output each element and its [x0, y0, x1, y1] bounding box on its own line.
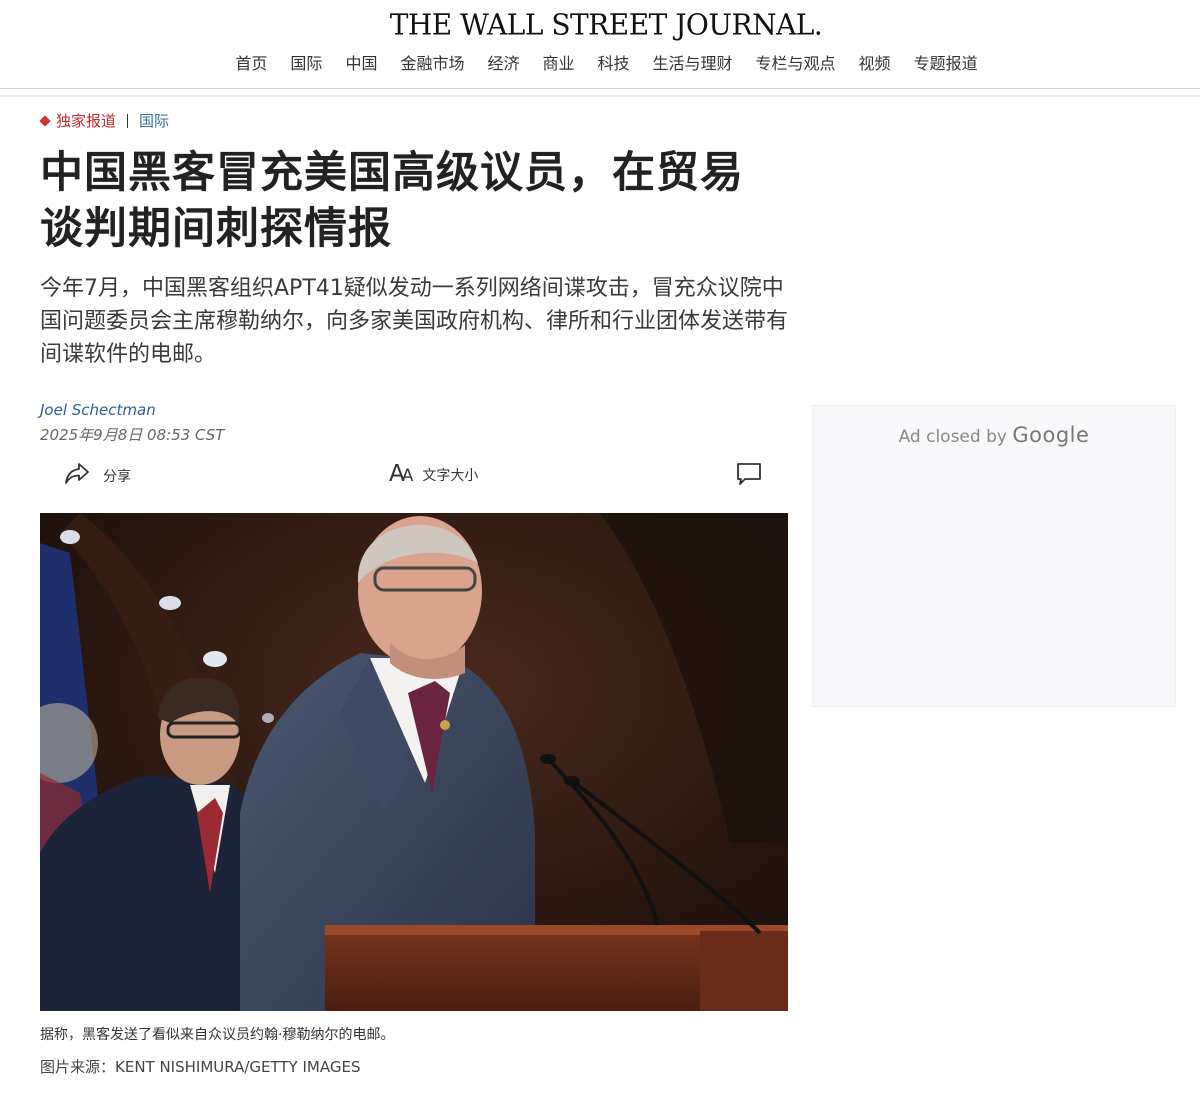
masthead: THE WALL STREET JOURNAL. 首页 国际 中国 金融市场 经…: [0, 0, 1200, 89]
publish-timestamp: 2025年9月8日 08:53 CST: [40, 426, 225, 444]
article-headline: 中国黑客冒充美国高级议员，在贸易谈判期间刺探情报: [40, 148, 744, 254]
diamond-icon: [39, 114, 51, 127]
wsj-logo[interactable]: THE WALL STREET JOURNAL.: [0, 7, 1200, 42]
nav-item-china[interactable]: 中国: [334, 53, 389, 75]
ad-slot: Ad closed by Google: [812, 405, 1176, 707]
article-dek: 今年7月，中国黑客组织APT41疑似发动一系列网络间谍攻击，冒充众议院中国问题委…: [40, 276, 789, 367]
share-label: 分享: [103, 469, 131, 485]
header-divider: [0, 95, 1200, 97]
nav-item-special[interactable]: 专题报道: [902, 53, 989, 75]
ad-closed-text: Ad closed by: [898, 427, 1007, 447]
photo-caption: 据称，黑客发送了看似来自众议员约翰·穆勒纳尔的电邮。: [40, 1027, 395, 1043]
ad-closed-notice: Ad closed by Google: [813, 423, 1175, 447]
comments-button[interactable]: [735, 461, 763, 491]
nav-item-video[interactable]: 视频: [847, 53, 902, 75]
nav-item-tech[interactable]: 科技: [586, 53, 641, 75]
kicker-separator: [127, 113, 129, 128]
article-photo: [40, 513, 788, 1011]
nav-item-life[interactable]: 生活与理财: [641, 53, 744, 75]
comment-icon: [735, 461, 763, 491]
kicker-exclusive-link[interactable]: 独家报道: [56, 110, 116, 131]
nav-item-business[interactable]: 商业: [531, 53, 586, 75]
photo-credit: 图片来源：KENT NISHIMURA/GETTY IMAGES: [40, 1058, 361, 1076]
text-size-label: 文字大小: [422, 468, 479, 484]
text-size-icon: AA: [389, 461, 413, 487]
text-size-button[interactable]: AA 文字大小: [389, 461, 478, 489]
share-button[interactable]: 分享: [63, 461, 131, 491]
nav-item-markets[interactable]: 金融市场: [389, 53, 476, 75]
author-byline[interactable]: Joel Schectman: [40, 401, 156, 419]
nav-item-home[interactable]: 首页: [224, 53, 279, 75]
kicker-section-link[interactable]: 国际: [139, 110, 169, 131]
article-kicker: 独家报道 国际: [39, 110, 169, 131]
nav-item-world[interactable]: 国际: [279, 53, 334, 75]
nav-item-opinion[interactable]: 专栏与观点: [744, 53, 847, 75]
google-wordmark: Google: [1012, 423, 1090, 447]
share-icon: [63, 461, 91, 491]
nav-item-economy[interactable]: 经济: [476, 53, 531, 75]
main-nav: 首页 国际 中国 金融市场 经济 商业 科技 生活与理财 专栏与观点 视频 专题…: [0, 53, 1200, 75]
